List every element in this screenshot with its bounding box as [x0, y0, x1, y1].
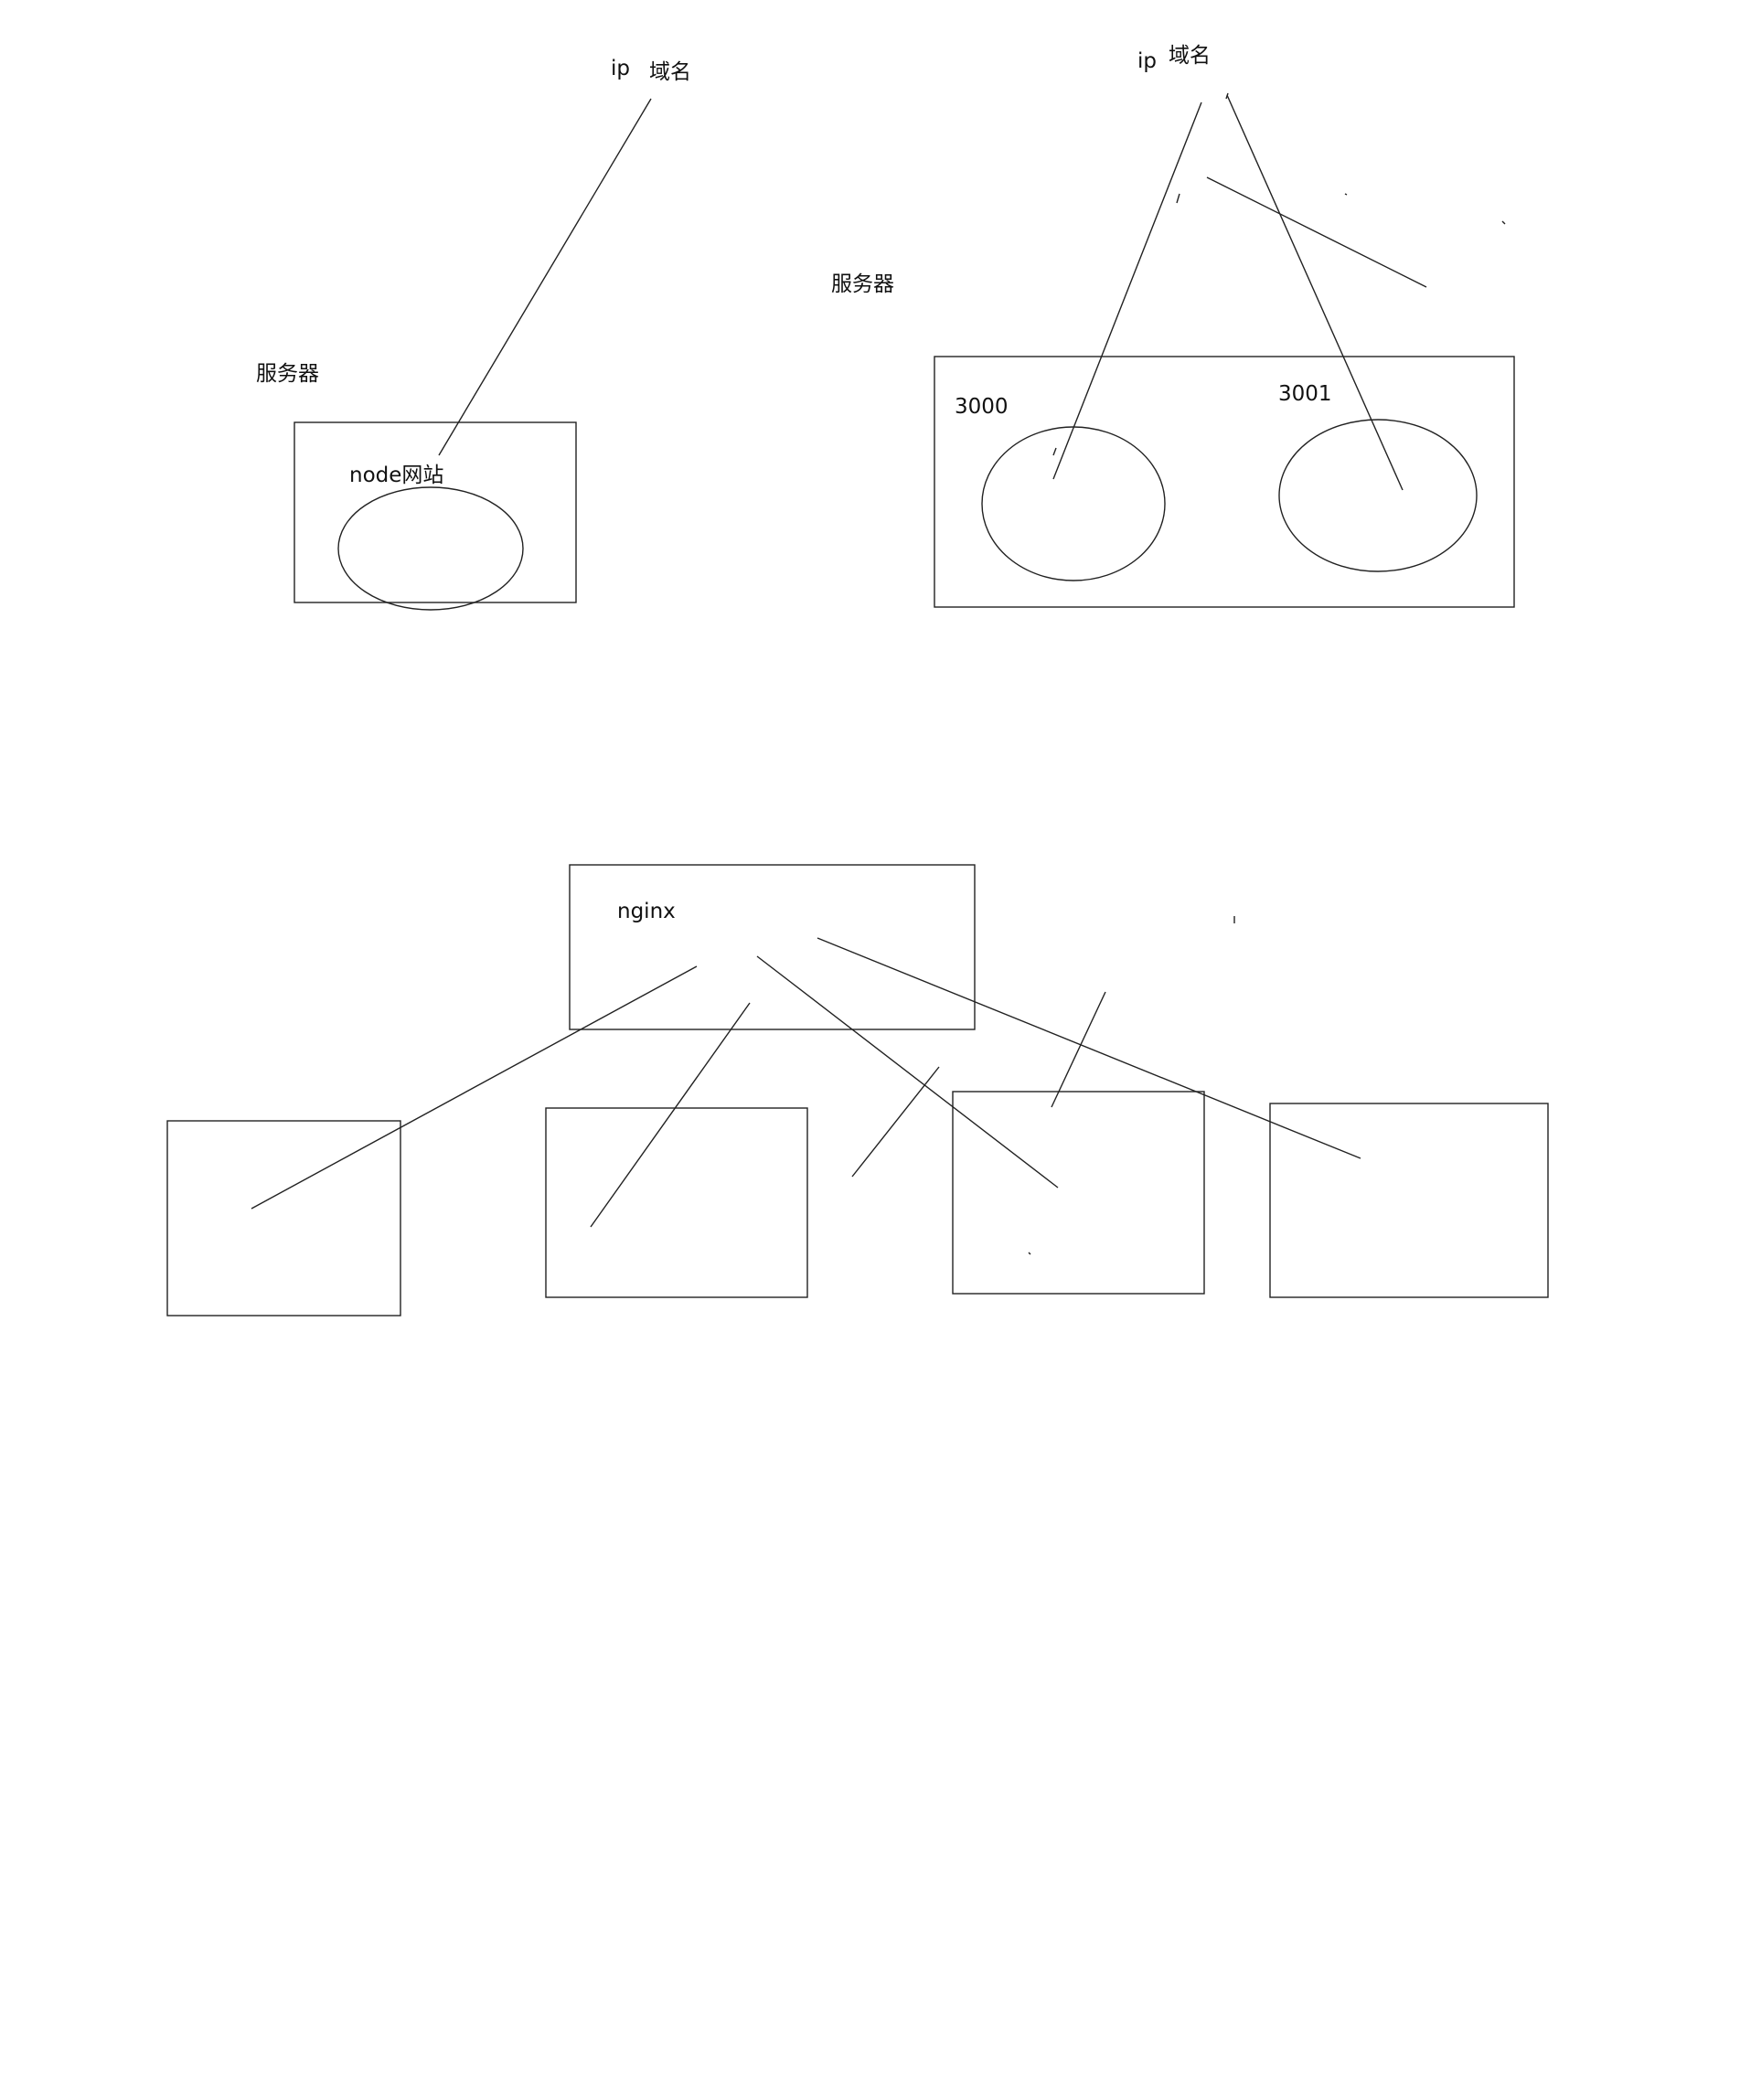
node-site-ellipse: [337, 486, 524, 611]
request-line-3001: [1226, 94, 1404, 491]
nginx-box: [569, 864, 976, 1030]
server-box: [294, 421, 577, 603]
stray-dot: [1501, 220, 1506, 225]
domain-label: 域名: [1169, 44, 1211, 68]
stray-dot: [1028, 1252, 1031, 1255]
server-label: 服务器: [831, 272, 894, 296]
stray-tick: [1176, 193, 1180, 204]
nginx-label: nginx: [617, 900, 676, 923]
proxy-line-3: [756, 955, 1059, 1189]
port-3000-label: 3000: [955, 395, 1009, 419]
server-label: 服务器: [256, 362, 319, 386]
stray-dot: [1344, 193, 1348, 196]
diagram-single-site: ip 域名 服务器 node网站: [256, 57, 691, 611]
backend-box-2: [545, 1107, 808, 1298]
stray-tick: [1052, 447, 1057, 456]
request-line: [438, 98, 652, 456]
architecture-sketch: ip 域名 服务器 node网站 ip 域名 服务器 3000 3001 ngi…: [166, 44, 1549, 1316]
canvas: ip 域名 服务器 node网站 ip 域名 服务器 3000 3001 ngi…: [0, 0, 1740, 2100]
diagram-nginx-proxy: nginx: [166, 864, 1549, 1316]
stray-stroke: [1206, 176, 1427, 288]
site-3001-ellipse: [1278, 419, 1478, 572]
stray-stroke: [1051, 991, 1106, 1108]
port-3001-label: 3001: [1278, 382, 1332, 406]
ip-label: ip: [611, 57, 630, 80]
proxy-line-2: [590, 1002, 751, 1228]
stray-stroke: [851, 1066, 940, 1178]
proxy-line-4: [817, 937, 1361, 1159]
ip-label: ip: [1137, 49, 1157, 73]
domain-label: 域名: [649, 60, 691, 84]
diagram-two-ports: ip 域名 服务器 3000 3001: [831, 44, 1515, 608]
request-line-3000: [1052, 101, 1202, 480]
backend-box-4: [1269, 1103, 1549, 1298]
backend-box-3: [952, 1091, 1205, 1295]
site-3000-ellipse: [981, 426, 1166, 581]
server-box: [934, 356, 1515, 608]
site-label: node网站: [349, 464, 443, 487]
backend-box-1: [166, 1120, 401, 1316]
